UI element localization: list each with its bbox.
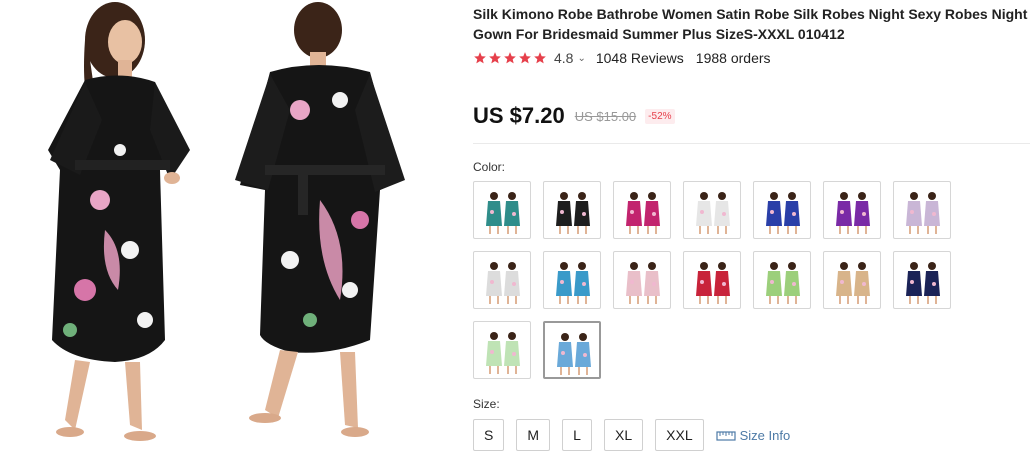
color-swatch-purple[interactable] bbox=[823, 181, 881, 239]
color-swatch-white[interactable] bbox=[683, 181, 741, 239]
color-swatch-lilac[interactable] bbox=[893, 181, 951, 239]
reviews-link[interactable]: 1048 Reviews bbox=[596, 50, 684, 66]
product-title: Silk Kimono Robe Bathrobe Women Satin Ro… bbox=[473, 6, 1028, 42]
rating-row: 4.8 ⌄ 1048 Reviews 1988 orders bbox=[473, 48, 771, 68]
color-swatch-light-blue[interactable] bbox=[543, 251, 601, 309]
rating-stars bbox=[473, 51, 548, 65]
color-label: Color: bbox=[473, 160, 506, 174]
color-swatch-white-floral[interactable] bbox=[473, 251, 531, 309]
ruler-icon bbox=[716, 431, 736, 441]
color-swatch-pink[interactable] bbox=[613, 251, 671, 309]
color-swatch-sky-blue-photo[interactable] bbox=[543, 321, 601, 379]
size-info-link[interactable]: Size Info bbox=[716, 427, 791, 443]
color-swatch-navy[interactable] bbox=[893, 251, 951, 309]
size-option-l[interactable]: L bbox=[562, 419, 593, 451]
product-main-image[interactable] bbox=[0, 0, 440, 451]
star-icon bbox=[488, 51, 502, 65]
current-price: US $7.20 bbox=[473, 103, 565, 128]
size-option-s[interactable]: S bbox=[473, 419, 505, 451]
size-option-xxl[interactable]: XXL bbox=[655, 419, 704, 451]
color-swatch-royal-blue[interactable] bbox=[753, 181, 811, 239]
color-swatch-champagne[interactable] bbox=[823, 251, 881, 309]
product-info-panel: Silk Kimono Robe Bathrobe Women Satin Ro… bbox=[473, 0, 1030, 451]
size-label: Size: bbox=[473, 397, 500, 411]
size-info-label: Size Info bbox=[739, 427, 791, 443]
size-options: S M L XL XXL Size Info bbox=[473, 419, 790, 451]
orders-count: 1988 orders bbox=[695, 50, 771, 66]
color-swatch-teal[interactable] bbox=[473, 181, 531, 239]
color-swatch-mint[interactable] bbox=[473, 321, 531, 379]
color-swatch-magenta[interactable] bbox=[613, 181, 671, 239]
chevron-down-icon[interactable]: ⌄ bbox=[577, 53, 585, 64]
color-swatch-red[interactable] bbox=[683, 251, 741, 309]
discount-badge: -52% bbox=[645, 108, 675, 124]
original-price: US $15.00 bbox=[574, 108, 637, 124]
star-icon bbox=[473, 51, 487, 65]
size-option-xl[interactable]: XL bbox=[604, 419, 644, 451]
star-icon bbox=[503, 51, 517, 65]
size-option-m[interactable]: M bbox=[516, 419, 551, 451]
price-row: US $7.20 US $15.00 -52% bbox=[473, 100, 675, 132]
star-icon bbox=[533, 51, 547, 65]
rating-value[interactable]: 4.8 bbox=[554, 50, 573, 66]
star-icon bbox=[518, 51, 532, 65]
model-back-image bbox=[210, 0, 410, 451]
model-front-image bbox=[30, 0, 200, 451]
divider bbox=[473, 143, 1030, 144]
color-swatch-black[interactable] bbox=[543, 181, 601, 239]
color-swatch-light-green[interactable] bbox=[753, 251, 811, 309]
